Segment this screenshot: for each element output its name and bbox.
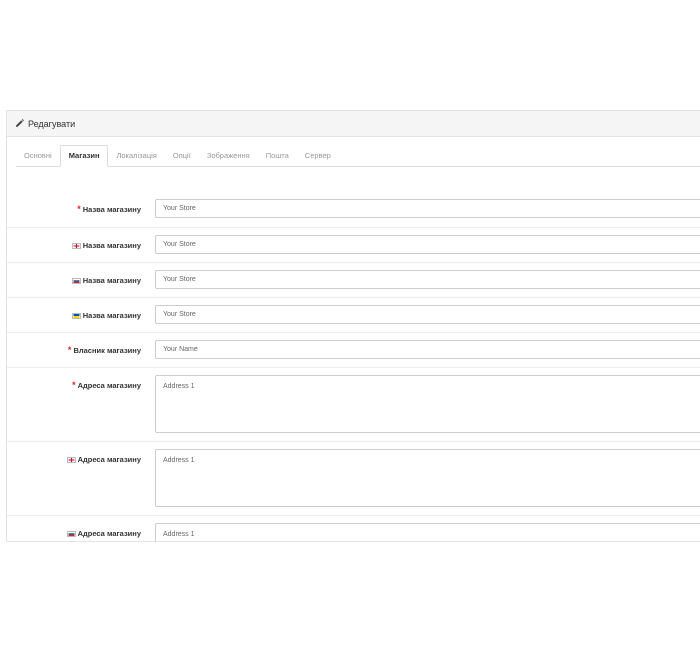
tab-options[interactable]: Опції [165,146,199,166]
required-marker: * [67,345,72,355]
field-label-text: Адреса магазину [77,381,141,390]
field-label-text: Адреса магазину [77,455,141,464]
form-row-store-address: * Адреса магазину Address 1 [7,367,700,441]
form-row-store-address-ru: Адреса магазину Address 1 [7,515,700,541]
field-label-text: Назва магазину [82,276,141,285]
field-label-text: Власник магазину [73,346,141,355]
required-marker: * [77,204,81,214]
field-label-text: Назва магазину [82,311,141,320]
field-label-text: Адреса магазину [77,529,141,538]
store-name-en-input[interactable]: Your Store [155,235,700,254]
panel-title: Редагувати [28,118,76,129]
store-owner-input[interactable]: Your Name [155,340,700,359]
store-name-input[interactable]: Your Store [155,199,700,218]
field-label: Адреса магазину [66,529,141,538]
store-address-ru-textarea[interactable]: Address 1 [155,523,700,541]
form-row-store-owner: * Власник магазину Your Name [7,332,700,367]
flag-ua-icon [71,312,81,319]
field-label-text: Назва магазину [82,241,141,250]
field-label: * Назва магазину [77,204,141,215]
field-label: Назва магазину [71,276,141,285]
required-marker: * [72,380,76,390]
store-name-ru-input[interactable]: Your Store [155,270,700,289]
tab-mail[interactable]: Пошта [258,146,297,166]
flag-ru-icon [66,530,76,537]
field-label: * Адреса магазину [72,380,141,391]
form-row-store-address-en: Адреса магазину Address 1 [7,441,700,515]
tab-localisation[interactable]: Локалізація [108,146,164,166]
store-address-textarea[interactable]: Address 1 [155,375,700,433]
edit-panel: Редагувати Основні Магазин Локалізація О… [6,110,700,542]
form-row-store-name-en: Назва магазину Your Store [7,227,700,262]
tab-server[interactable]: Сервер [297,146,339,166]
field-label-text: Назва магазину [82,205,141,214]
store-address-en-textarea[interactable]: Address 1 [155,449,700,507]
panel-body: Основні Магазин Локалізація Опції Зображ… [7,145,700,541]
form-rows: * Назва магазину Your Store Назва магази… [7,192,700,541]
flag-ru-icon [71,277,81,284]
panel-heading: Редагувати [7,111,700,137]
field-label: * Власник магазину [67,345,141,356]
field-label: Назва магазину [71,241,141,250]
field-label: Адреса магазину [66,455,141,464]
pencil-icon [15,119,24,128]
form-row-store-name-ua: Назва магазину Your Store [7,297,700,332]
tab-store[interactable]: Магазин [59,145,109,167]
form-row-store-name: * Назва магазину Your Store [7,192,700,227]
field-label: Назва магазину [71,311,141,320]
flag-en-icon [66,456,76,463]
flag-en-icon [71,242,81,249]
store-name-ua-input[interactable]: Your Store [155,305,700,324]
tab-images[interactable]: Зображення [199,146,258,166]
settings-tabs: Основні Магазин Локалізація Опції Зображ… [16,145,700,167]
form-row-store-name-ru: Назва магазину Your Store [7,262,700,297]
tab-general[interactable]: Основні [16,146,60,166]
